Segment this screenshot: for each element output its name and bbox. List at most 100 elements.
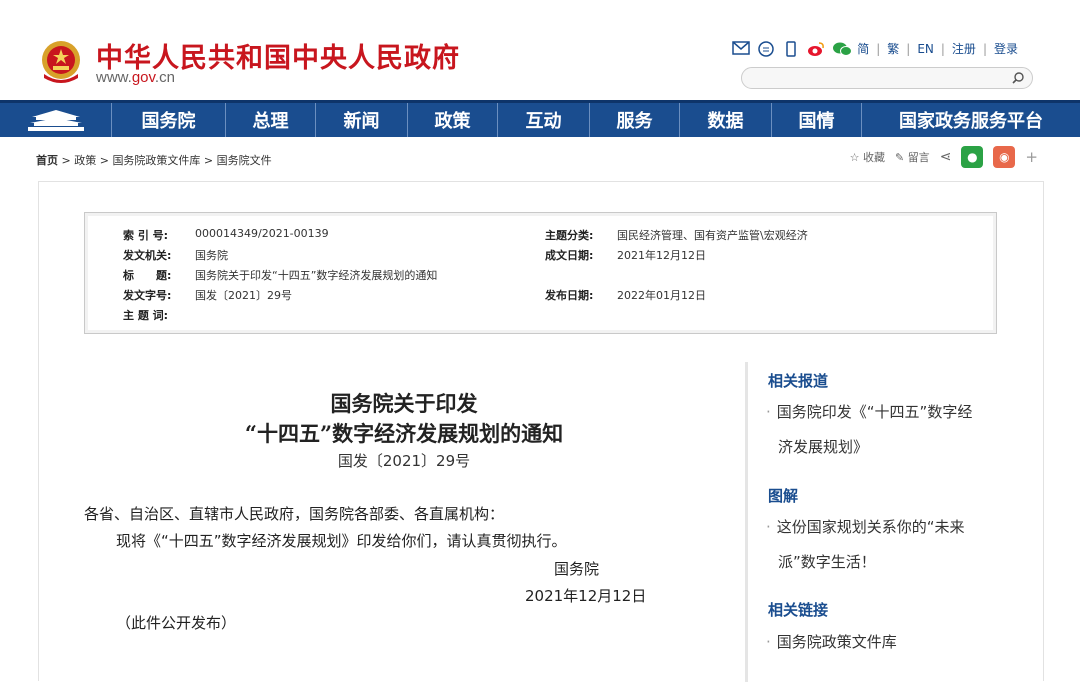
- main-nav: 国务院 总理 新闻 政策 互动 服务 数据 国情 国家政务服务平台: [0, 100, 1080, 137]
- related-report-link-line1: 国务院印发《“十四五”数字经: [776, 403, 973, 421]
- share-toolbar: ☆ 收藏 ✎ 留言 ⋖ ● ◉ +: [850, 146, 1038, 168]
- meta-written-date: 成文日期: 2021年12月12日: [545, 247, 706, 263]
- weibo-share-icon[interactable]: ◉: [993, 146, 1016, 168]
- meta-keywords: 主 题 词:: [123, 307, 195, 323]
- meta-value: 国发〔2021〕29号: [195, 289, 292, 302]
- favorite-label: 收藏: [862, 151, 885, 164]
- meta-label: 标 题:: [123, 269, 172, 282]
- nav-item-premier[interactable]: 总理: [226, 103, 316, 137]
- mobile-icon[interactable]: [782, 40, 800, 57]
- chat-icon[interactable]: [757, 40, 775, 57]
- url-highlight: gov: [131, 69, 155, 86]
- meta-label: 成文日期:: [545, 249, 594, 262]
- search-icon[interactable]: [1010, 70, 1026, 86]
- url-prefix: www.: [96, 69, 132, 86]
- nav-item-news[interactable]: 新闻: [316, 103, 408, 137]
- nav-item-interaction[interactable]: 互动: [498, 103, 590, 137]
- meta-value: 2021年12月12日: [617, 249, 706, 262]
- meta-value: 国民经济管理、国有资产监管\宏观经济: [617, 229, 808, 242]
- url-suffix: .cn: [154, 69, 175, 86]
- favorite-button[interactable]: ☆ 收藏: [850, 149, 885, 165]
- meta-doc-number: 发文字号: 国发〔2021〕29号: [123, 287, 292, 303]
- login-link[interactable]: 登录: [994, 40, 1018, 57]
- meta-value: 国务院关于印发“十四五”数字经济发展规划的通知: [195, 269, 438, 282]
- nav-item-data[interactable]: 数据: [680, 103, 772, 137]
- illustration-link-line2: 派”数字生活！: [778, 553, 876, 571]
- article-doc-number: 国发〔2021〕29号: [337, 452, 471, 470]
- meta-label: 发文机关:: [123, 249, 172, 262]
- related-link-item[interactable]: · 国务院政策文件库: [766, 625, 996, 660]
- national-emblem-icon[interactable]: [38, 38, 84, 86]
- bullet: ·: [766, 518, 771, 536]
- search-box: [741, 67, 1033, 89]
- lang-simplified-link[interactable]: 简: [857, 40, 869, 57]
- lang-english-link[interactable]: EN: [917, 42, 934, 56]
- meta-label: 发文字号:: [123, 289, 172, 302]
- breadcrumb-state-council-docs[interactable]: 国务院文件: [217, 154, 272, 167]
- meta-topic: 主题分类: 国民经济管理、国有资产监管\宏观经济: [545, 227, 808, 243]
- meta-label: 主题分类:: [545, 229, 594, 242]
- nav-item-services[interactable]: 服务: [590, 103, 680, 137]
- more-share-icon[interactable]: +: [1025, 148, 1038, 166]
- mail-icon[interactable]: [732, 40, 750, 57]
- article-note: （此件公开发布）: [116, 614, 237, 632]
- tiananmen-icon: [27, 110, 84, 131]
- meta-label: 索 引 号:: [123, 229, 169, 242]
- meta-label: 主 题 词:: [123, 309, 169, 322]
- meta-label: 发布日期:: [545, 289, 594, 302]
- site-header: 中华人民共和国中央人民政府 www.gov.cn 简 | 繁 | EN | 注册 | 登…: [0, 0, 1080, 100]
- search-input[interactable]: [752, 69, 1007, 89]
- related-link-label: 国务院政策文件库: [776, 633, 897, 651]
- comment-button[interactable]: ✎ 留言: [895, 149, 930, 165]
- wechat-icon[interactable]: [832, 41, 853, 57]
- breadcrumb: 首页 > 政策 > 国务院政策文件库 > 国务院文件: [36, 154, 272, 167]
- related-report-link-line2: 济发展规划》: [778, 438, 869, 456]
- article-date: 2021年12月12日: [525, 587, 647, 605]
- breadcrumb-policy-library[interactable]: 国务院政策文件库: [112, 154, 200, 167]
- document-metadata: 索 引 号: 000014349/2021-00139 主题分类: 国民经济管理…: [84, 212, 997, 334]
- article-signature: 国务院: [554, 560, 600, 578]
- separator: |: [982, 41, 987, 56]
- nav-item-gov-service-platform[interactable]: 国家政务服务平台: [862, 103, 1080, 137]
- weibo-icon[interactable]: [807, 41, 825, 57]
- lang-traditional-link[interactable]: 繁: [887, 40, 899, 57]
- pen-icon: ✎: [894, 151, 905, 164]
- share-icon[interactable]: ⋖: [940, 149, 952, 165]
- star-icon: ☆: [849, 151, 860, 164]
- article-title-line1: 国务院关于印发: [330, 391, 478, 416]
- nav-item-policy[interactable]: 政策: [408, 103, 498, 137]
- breadcrumb-policy[interactable]: 政策: [74, 154, 96, 167]
- meta-title: 标 题: 国务院关于印发“十四五”数字经济发展规划的通知: [123, 267, 437, 283]
- sidebar: 相关报道 · 国务院印发《“十四五”数字经 济发展规划》 图解 · 这份国家规划关系…: [745, 362, 1045, 682]
- meta-value: 国务院: [195, 249, 228, 262]
- illustration-link[interactable]: · 这份国家规划关系你的“未来 派”数字生活！: [766, 510, 996, 580]
- breadcrumb-bar: 首页 > 政策 > 国务院政策文件库 > 国务院文件 ☆ 收藏 ✎ 留言 ⋖ ●…: [36, 146, 1046, 168]
- nav-item-state-council[interactable]: 国务院: [112, 103, 226, 137]
- bullet: ·: [766, 633, 771, 651]
- article-body: 现将《“十四五”数字经济发展规划》印发给你们，请认真贯彻执行。: [116, 532, 567, 550]
- meta-issuer: 发文机关: 国务院: [123, 247, 228, 263]
- separator: |: [940, 41, 945, 56]
- wechat-share-icon[interactable]: ●: [961, 146, 984, 168]
- breadcrumb-home[interactable]: 首页: [36, 154, 58, 167]
- related-reports-heading: 相关报道: [768, 372, 829, 390]
- related-report-link[interactable]: · 国务院印发《“十四五”数字经 济发展规划》: [766, 395, 996, 465]
- meta-value: 2022年01月12日: [617, 289, 706, 302]
- related-links-heading: 相关链接: [768, 601, 829, 619]
- illustration-heading: 图解: [768, 487, 799, 505]
- meta-index: 索 引 号: 000014349/2021-00139: [123, 227, 329, 243]
- comment-label: 留言: [907, 151, 930, 164]
- meta-published-date: 发布日期: 2022年01月12日: [545, 287, 706, 303]
- site-url: www.gov.cn: [96, 69, 175, 86]
- bullet: ·: [766, 403, 771, 421]
- separator: |: [876, 41, 881, 56]
- separator: |: [906, 41, 911, 56]
- nav-home[interactable]: [0, 103, 112, 137]
- article-title-line2: “十四五”数字经济发展规划的通知: [244, 421, 564, 446]
- meta-value: 000014349/2021-00139: [195, 227, 329, 240]
- nav-item-national-info[interactable]: 国情: [772, 103, 862, 137]
- header-tools: 简 | 繁 | EN | 注册 | 登录: [732, 40, 1018, 57]
- illustration-link-line1: 这份国家规划关系你的“未来: [776, 518, 965, 536]
- register-link[interactable]: 注册: [952, 40, 976, 57]
- article-salutation: 各省、自治区、直辖市人民政府，国务院各部委、各直属机构：: [84, 505, 505, 523]
